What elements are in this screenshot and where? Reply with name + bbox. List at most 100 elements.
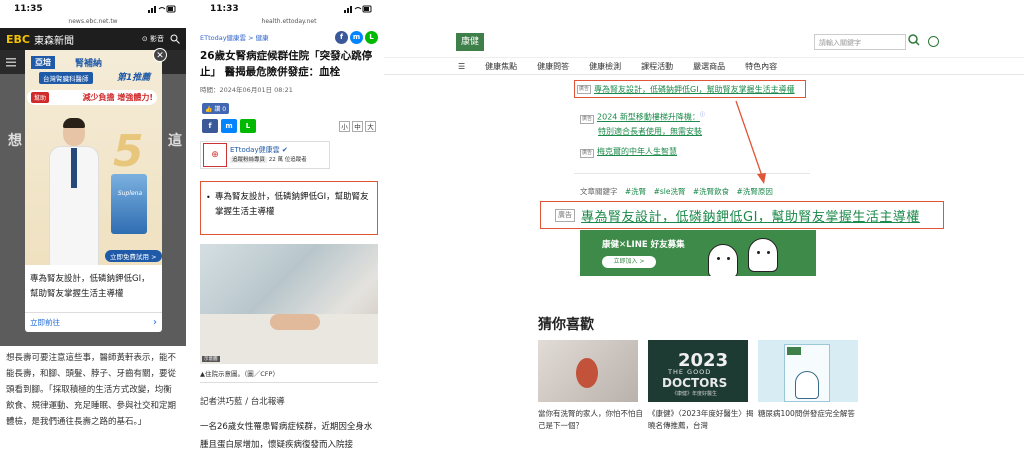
breadcrumb[interactable]: ETtoday健康雲 > 健康 — [200, 32, 269, 42]
reporter-line: 記者洪巧藍 / 台北報導 — [200, 397, 285, 407]
signal-wifi-battery-icon — [148, 5, 176, 13]
ad-tag: 廣告 — [555, 208, 575, 222]
recommend-card-image[interactable]: 2023 THE GOOD DOCTORS 《康健》年度好醫生 — [648, 340, 748, 402]
divider — [200, 382, 378, 383]
status-icons — [344, 5, 372, 13]
keywords-row: 文章關鍵字 #洗腎 #sle洗腎 #洗腎飲食 #洗腎原因 — [580, 186, 773, 197]
ad-text[interactable]: 專為腎友設計，低磷鈉鉀低GI，幫助腎友掌握生活主導權 — [30, 272, 157, 302]
banner-title: 康健✕LINE 好友募集 — [602, 240, 685, 250]
keyword-tag[interactable]: #洗腎原因 — [737, 187, 773, 196]
ad-tag: 廣告 — [577, 84, 592, 94]
ad-link-enlarged[interactable]: 專為腎友設計，低磷鈉鉀低GI，幫助腎友掌握生活主導權 — [581, 206, 920, 225]
ad-link-top[interactable]: 專為腎友設計，低磷鈉鉀低GI，幫助腎友掌握生活主導權 — [594, 84, 795, 95]
related-link-3[interactable]: 梅克爾的中年人生智慧 — [597, 147, 677, 156]
ebc-mobile-screenshot: 11:35 news.ebc.net.tw EBC 東森新聞 ⊙ 影音 想 這 … — [0, 0, 186, 464]
card-line1: THE GOOD — [668, 368, 712, 376]
user-icon[interactable] — [928, 36, 939, 47]
nav-item-health-qa[interactable]: 健康問答 — [537, 61, 569, 72]
recommend-card-image[interactable] — [538, 340, 638, 402]
ad-cta-button[interactable]: 立即免費試用 > — [105, 250, 162, 262]
messenger-share-icon[interactable]: m — [221, 119, 237, 133]
site-header: EBC 東森新聞 ⊙ 影音 — [0, 28, 186, 50]
site-name[interactable]: 東森新聞 — [34, 32, 74, 47]
product-can — [111, 174, 147, 234]
font-large-button[interactable]: 大 — [365, 120, 376, 132]
line-icon[interactable]: L — [365, 30, 378, 44]
recommend-card-caption[interactable]: 《康健》〈2023年度好醫生〉揭曉名傳推薦，台灣 — [648, 408, 758, 430]
nav-item-features[interactable]: 特色內容 — [745, 61, 777, 72]
ad-tag: 廣告 — [580, 114, 595, 124]
facebook-share-icon[interactable]: f — [202, 119, 218, 133]
join-button[interactable]: 立即加入 > — [602, 256, 656, 268]
book-cover — [784, 344, 830, 402]
chevron-right-icon: › — [153, 317, 157, 328]
recommend-card-image[interactable] — [758, 340, 858, 402]
like-button[interactable]: 👍 讚 0 — [202, 103, 230, 114]
ad-award-tag: 台灣腎臟科醫師 — [39, 72, 93, 84]
keywords-label: 文章關鍵字 — [580, 187, 618, 196]
highlighted-ad-link-top: 廣告 專為腎友設計，低磷鈉鉀低GI，幫助腎友掌握生活主導權 — [574, 80, 806, 98]
kidney-illustration — [576, 358, 598, 388]
article-date: 時間：2024年06月01日 08:21 — [200, 86, 293, 94]
article-body: 一名26歲女性罹患腎病症候群，近期因全身水腫且蛋白尿增加，懷疑疾病復發而入院接 — [200, 422, 373, 450]
font-small-button[interactable]: 小 — [339, 120, 350, 132]
font-size-buttons: 小 中 大 — [339, 120, 376, 132]
status-bar: 11:33 — [196, 0, 382, 18]
doctor-figure — [49, 116, 99, 265]
ad-popup[interactable]: 亞培 腎補納 台灣腎臟科醫師 第1推薦 減少負擔 增強體力! 幫助 5 Supl… — [25, 48, 167, 332]
close-icon[interactable]: ✕ — [153, 48, 167, 62]
ad-big-number: 5 — [113, 126, 144, 177]
commonhealth-desktop-screenshot: 康健 請輸入關鍵字 ☰ 健康焦點 健康問答 健康檢測 課程活動 嚴選商品 特色內… — [384, 0, 1024, 464]
keyword-tag[interactable]: #洗腎 — [625, 187, 646, 196]
highlighted-ad-link-enlarged: 廣告 專為腎友設計，低磷鈉鉀低GI，幫助腎友掌握生活主導權 — [540, 201, 944, 229]
article-photo: 示意圖 — [200, 244, 378, 364]
main-nav: ☰ 健康焦點 健康問答 健康檢測 課程活動 嚴選商品 特色內容 — [384, 57, 1024, 75]
recommend-card-caption[interactable]: 糖尿病100問併發症完全解答 — [758, 408, 868, 430]
ad-slogan-tag: 幫助 — [31, 92, 50, 103]
author-card[interactable]: ⊕ ETtoday健康雲 ✔ 追蹤粉絲專頁 22 萬 位追蹤者 — [200, 141, 330, 169]
line-share-icon[interactable]: L — [240, 119, 256, 133]
nav-item-health-test[interactable]: 健康檢測 — [589, 61, 621, 72]
ad-award-rank: 第1推薦 — [117, 73, 151, 83]
recommend-card-caption[interactable]: 當你有洗腎的家人，你怕不怕自己是下一個？ — [538, 408, 648, 430]
site-logo[interactable]: EBC — [6, 33, 30, 46]
font-medium-button[interactable]: 中 — [352, 120, 363, 132]
ettoday-logo-icon: ⊕ — [203, 143, 227, 167]
status-icons — [148, 5, 176, 13]
ad-tag: 廣告 — [580, 149, 595, 158]
ad-image[interactable]: 亞培 腎補納 台灣腎臟科醫師 第1推薦 減少負擔 增強體力! 幫助 5 Supl… — [25, 50, 162, 265]
author-name: ETtoday健康雲 ✔ — [230, 146, 288, 154]
keyword-tag[interactable]: #洗腎飲食 — [693, 187, 729, 196]
info-icon[interactable]: ⓘ — [700, 112, 705, 118]
url-bar[interactable]: news.ebc.net.tw — [0, 18, 186, 28]
nav-item-courses[interactable]: 課程活動 — [641, 61, 673, 72]
related-item-2: 廣告 2024 新型移動樓梯升降機：ⓘ 特別適合長者使用，無需安裝 — [580, 108, 705, 139]
messenger-icon[interactable]: m — [350, 30, 363, 44]
related-link-2b[interactable]: 特別適合長者使用，無需安裝 — [598, 127, 702, 136]
divider — [574, 173, 810, 174]
follow-button[interactable]: 追蹤粉絲專頁 — [230, 157, 268, 163]
ad-footer-label: 立即前往 — [30, 318, 60, 327]
ad-brand-box: 亞培 — [31, 56, 55, 69]
url-bar[interactable]: health.ettoday.net — [196, 18, 382, 28]
bear-mascot-icon — [748, 238, 778, 272]
ad-brand-name: 腎補納 — [75, 59, 103, 69]
nav-item-shop[interactable]: 嚴選商品 — [693, 61, 725, 72]
search-icon[interactable] — [170, 34, 180, 44]
recommend-title: 猜你喜歡 — [538, 317, 594, 333]
site-logo[interactable]: 康健 — [456, 33, 484, 51]
article-title: 26歲女腎病症候群住院「突發心跳停止」 醫揭最危險併發症：血栓 — [200, 50, 373, 78]
search-icon[interactable] — [908, 33, 920, 47]
nav-item-health-focus[interactable]: 健康焦點 — [485, 61, 517, 72]
line-friend-banner[interactable]: 康健✕LINE 好友募集 立即加入 > — [580, 230, 816, 276]
ad-footer-link[interactable]: 立即前往 › — [25, 312, 162, 332]
article-body: 想長壽可要注意這些事，醫師黃軒表示，能不能長壽，和腳、頭髮、脖子、牙齒有關，要從… — [0, 346, 186, 464]
search-input[interactable]: 請輸入關鍵字 — [814, 34, 906, 50]
related-link-2a[interactable]: 2024 新型移動樓梯升降機： — [597, 113, 700, 122]
video-link[interactable]: ⊙ 影音 — [142, 34, 164, 44]
highlighted-ad-text[interactable]: 專為腎友設計，低磷鈉鉀低GI，幫助腎友掌握生活主導權 — [200, 181, 378, 235]
keyword-tag[interactable]: #sle洗腎 — [654, 187, 686, 196]
breadcrumb-bar: ETtoday健康雲 > 健康 f m L — [196, 28, 382, 46]
menu-icon[interactable]: ☰ — [458, 62, 465, 71]
facebook-icon[interactable]: f — [335, 30, 348, 44]
